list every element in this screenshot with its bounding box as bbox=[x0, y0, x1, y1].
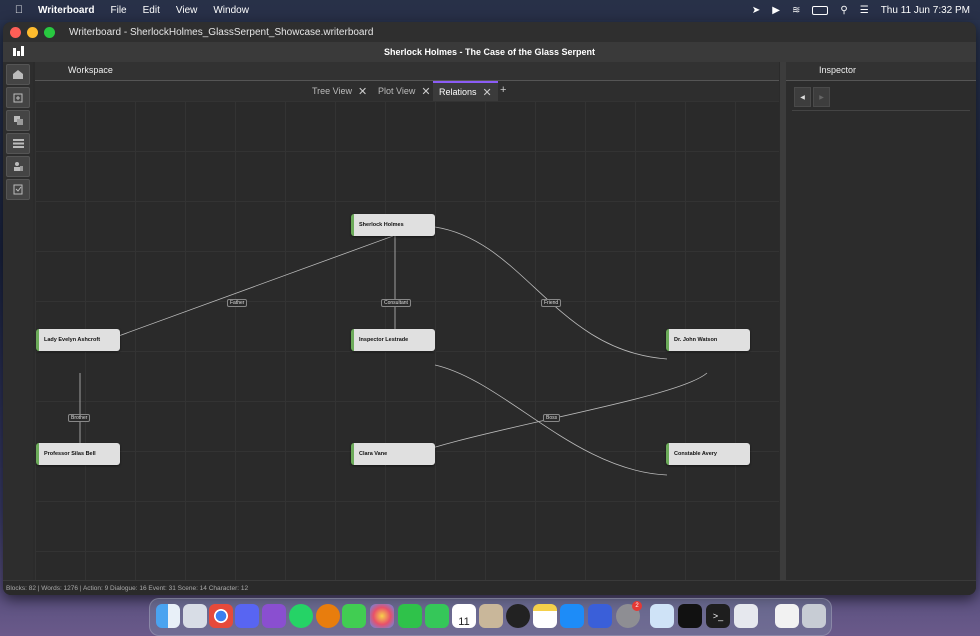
dock: 11 2 >_ bbox=[149, 598, 832, 636]
apple-icon[interactable]:  bbox=[12, 4, 26, 16]
edge-label-father[interactable]: Father bbox=[227, 299, 248, 307]
status-bar: Blocks: 82 | Words: 1276 | Action: 9 Dia… bbox=[3, 580, 976, 595]
close-tab-icon[interactable]: ✕ bbox=[421, 85, 430, 98]
discord-icon[interactable] bbox=[235, 604, 259, 628]
phone-icon[interactable] bbox=[425, 604, 449, 628]
calendar-icon[interactable]: 11 bbox=[452, 604, 476, 628]
tab-plot-view-label: Plot View bbox=[378, 86, 416, 96]
app-store-icon[interactable] bbox=[560, 604, 584, 628]
add-tab-button[interactable]: + bbox=[500, 84, 506, 96]
github-desktop-icon[interactable] bbox=[262, 604, 286, 628]
document-title: Sherlock Holmes - The Case of the Glass … bbox=[383, 47, 596, 57]
left-toolbar bbox=[3, 62, 33, 580]
contacts-icon[interactable] bbox=[479, 604, 503, 628]
menu-view[interactable]: View bbox=[176, 5, 198, 16]
node-clara-vane[interactable]: Clara Vane bbox=[351, 443, 435, 465]
facetime-icon[interactable] bbox=[398, 604, 422, 628]
add-block-icon[interactable] bbox=[6, 87, 30, 108]
edge-label-brother[interactable]: Brother bbox=[68, 414, 91, 422]
node-sherlock-holmes[interactable]: Sherlock Holmes bbox=[351, 214, 435, 236]
control-center-icon[interactable]: ☰ bbox=[860, 5, 869, 16]
document-header: Sherlock Holmes - The Case of the Glass … bbox=[3, 42, 976, 62]
workspace-header: Workspace bbox=[35, 62, 779, 81]
notes-icon[interactable] bbox=[6, 179, 30, 200]
search-icon[interactable]: ⚲ bbox=[840, 5, 847, 16]
inspector-back-button[interactable]: ◀ bbox=[794, 87, 811, 107]
play-circle-icon[interactable]: ▶ bbox=[772, 5, 780, 16]
node-lady-evelyn-ashcroft[interactable]: Lady Evelyn Ashcroft bbox=[36, 329, 120, 351]
node-dr-john-watson[interactable]: Dr. John Watson bbox=[666, 329, 750, 351]
list-icon[interactable] bbox=[6, 133, 30, 154]
wifi-icon[interactable]: ≋ bbox=[792, 5, 800, 16]
tab-tree-view-label: Tree View bbox=[312, 86, 353, 96]
preview-icon[interactable] bbox=[734, 604, 758, 628]
edge-label-consultant[interactable]: Consultant bbox=[381, 299, 411, 307]
relations-canvas[interactable]: Sherlock Holmes Lady Evelyn Ashcroft Ins… bbox=[35, 101, 779, 580]
tab-tree-view[interactable]: Tree View ✕ bbox=[312, 81, 367, 101]
settings-badge: 2 bbox=[632, 601, 642, 611]
documents-icon[interactable] bbox=[775, 604, 799, 628]
window-title: Writerboard - SherlockHolmes_GlassSerpen… bbox=[69, 26, 374, 38]
node-professor-silas-bell[interactable]: Professor Silas Bell bbox=[36, 443, 120, 465]
inspector-forward-button[interactable]: ▶ bbox=[813, 87, 830, 107]
inspector-panel: Inspector ◀ ▶ bbox=[786, 62, 976, 580]
datetime[interactable]: Thu 11 Jun 7:32 PM bbox=[881, 5, 970, 16]
menu-bar:  Writerboard File Edit View Window ➤ ▶ … bbox=[0, 0, 980, 20]
app-window: Writerboard - SherlockHolmes_GlassSerpen… bbox=[3, 22, 976, 595]
close-window-button[interactable] bbox=[10, 26, 21, 38]
menu-file[interactable]: File bbox=[111, 5, 127, 16]
minimize-window-button[interactable] bbox=[27, 26, 38, 38]
battery-icon[interactable] bbox=[812, 5, 829, 15]
docker-icon[interactable] bbox=[650, 604, 674, 628]
inspector-divider bbox=[792, 110, 970, 111]
edge-friend bbox=[434, 226, 668, 360]
inspector-title: Inspector bbox=[819, 65, 857, 75]
close-tab-icon[interactable]: ✕ bbox=[483, 86, 492, 99]
edge-father bbox=[79, 235, 394, 351]
node-inspector-lestrade[interactable]: Inspector Lestrade bbox=[351, 329, 435, 351]
menu-edit[interactable]: Edit bbox=[143, 5, 160, 16]
blender-icon[interactable] bbox=[316, 604, 340, 628]
simulator-icon[interactable] bbox=[588, 604, 612, 628]
view-tabs: Tree View ✕ Plot View ✕ Relations ✕ + bbox=[35, 81, 779, 101]
title-bar: Writerboard - SherlockHolmes_GlassSerpen… bbox=[3, 22, 976, 42]
zoom-window-button[interactable] bbox=[44, 26, 55, 38]
photos-icon[interactable] bbox=[370, 604, 394, 628]
chrome-icon[interactable] bbox=[209, 604, 233, 628]
inspector-header: Inspector bbox=[786, 62, 976, 81]
tab-relations-label: Relations bbox=[439, 87, 477, 97]
whatsapp-icon[interactable] bbox=[289, 604, 313, 628]
tab-relations[interactable]: Relations ✕ bbox=[433, 81, 498, 101]
workspace-title: Workspace bbox=[68, 65, 113, 75]
edge-label-friend[interactable]: Friend bbox=[541, 299, 562, 307]
tab-plot-view[interactable]: Plot View ✕ bbox=[378, 81, 431, 101]
duplicate-icon[interactable] bbox=[6, 110, 30, 131]
menu-window[interactable]: Window bbox=[213, 5, 249, 16]
qt-creator-icon[interactable] bbox=[342, 604, 366, 628]
obs-icon[interactable] bbox=[506, 604, 530, 628]
notes-app-icon[interactable] bbox=[533, 604, 557, 628]
edge-label-boss[interactable]: Boss bbox=[543, 414, 561, 422]
finder-icon[interactable] bbox=[156, 604, 180, 628]
characters-icon[interactable] bbox=[6, 156, 30, 177]
home-icon[interactable] bbox=[6, 64, 30, 85]
trash-icon[interactable] bbox=[802, 604, 826, 628]
node-constable-avery[interactable]: Constable Avery bbox=[666, 443, 750, 465]
epic-games-icon[interactable] bbox=[678, 604, 702, 628]
terminal-icon[interactable]: >_ bbox=[706, 604, 730, 628]
rocket-icon[interactable]: ➤ bbox=[752, 5, 760, 16]
launchpad-icon[interactable] bbox=[183, 604, 207, 628]
menu-app-name[interactable]: Writerboard bbox=[38, 5, 95, 16]
close-tab-icon[interactable]: ✕ bbox=[358, 85, 367, 98]
